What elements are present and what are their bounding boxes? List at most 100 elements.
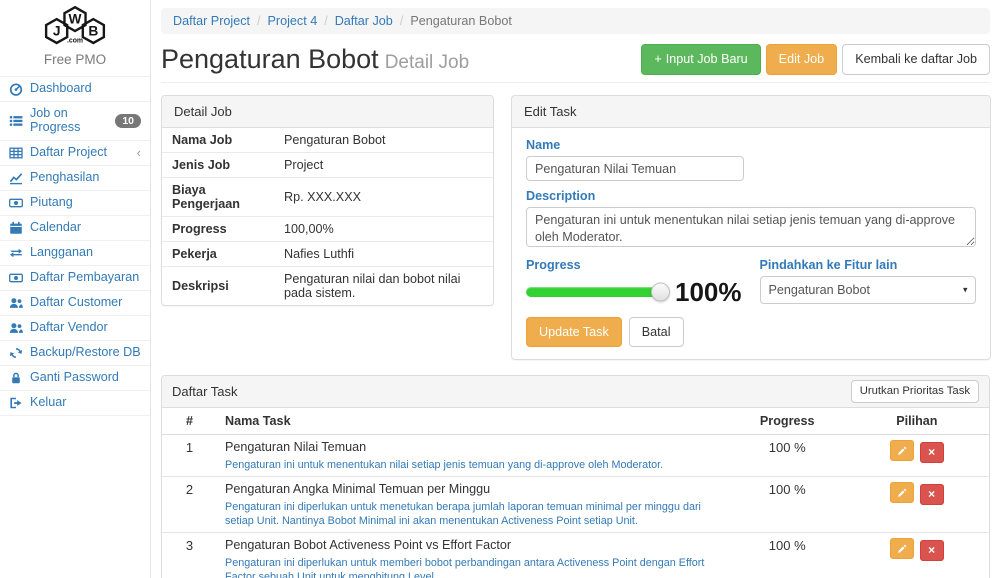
main-content: Daftar Project Project 4 Daftar Job Peng…: [151, 0, 1000, 578]
sidebar-item[interactable]: Calendar: [0, 215, 150, 240]
sidebar-item[interactable]: Ganti Password: [0, 365, 150, 390]
sidebar-item[interactable]: Piutang: [0, 190, 150, 215]
progress-slider[interactable]: [526, 287, 661, 297]
col-actions-header: Pilihan: [845, 408, 989, 435]
detail-value: 100,00%: [274, 217, 493, 242]
input-job-baru-button[interactable]: + Input Job Baru: [641, 44, 760, 74]
calendar-icon: [9, 221, 23, 235]
detail-job-panel: Detail Job Nama Job Pengaturan Bobot Jen…: [161, 95, 494, 306]
detail-label: Biaya Pengerjaan: [162, 178, 274, 217]
sidebar-menu: Dashboard Job on Progress 10 Daftar Proj…: [0, 76, 150, 416]
batal-button[interactable]: Batal: [629, 317, 684, 347]
pencil-icon: [897, 543, 908, 554]
progress-label: Progress: [526, 258, 742, 272]
edit-task-button[interactable]: [890, 538, 914, 559]
task-name-input[interactable]: [526, 156, 744, 181]
task-number: 1: [162, 435, 217, 477]
progress-slider-fill: [526, 287, 661, 297]
task-description: Pengaturan ini diperlukan untuk menetuka…: [225, 500, 722, 529]
detail-row: Jenis Job Project: [162, 153, 493, 178]
sidebar-item[interactable]: Backup/Restore DB: [0, 340, 150, 365]
task-description: Pengaturan ini diperlukan untuk memberi …: [225, 556, 722, 578]
detail-label: Nama Job: [162, 128, 274, 153]
task-description: Pengaturan ini untuk menentukan nilai se…: [225, 458, 722, 472]
detail-row: Pekerja Nafies Luthfi: [162, 242, 493, 267]
task-progress: 100 %: [730, 533, 845, 578]
x-icon: ×: [928, 446, 935, 458]
chevron-collapse-icon: ‹: [137, 146, 141, 159]
detail-job-panel-title: Detail Job: [162, 96, 493, 128]
detail-label: Pekerja: [162, 242, 274, 267]
sidebar-item[interactable]: Langganan: [0, 240, 150, 265]
plus-icon: +: [654, 51, 661, 67]
task-table-header: # Nama Task Progress Pilihan: [162, 408, 989, 435]
move-to-feature-label: Pindahkan ke Fitur lain: [760, 258, 976, 272]
detail-value: Project: [274, 153, 493, 178]
table-icon: [9, 146, 23, 160]
sidebar-item[interactable]: Daftar Project ‹: [0, 140, 150, 165]
task-list-panel: Daftar Task Urutkan Prioritas Task # Nam…: [161, 375, 990, 578]
breadcrumb-link[interactable]: Daftar Job: [335, 14, 393, 28]
chart-icon: [9, 171, 23, 185]
edit-task-panel: Edit Task Name Description Pengaturan in…: [511, 95, 991, 360]
users-icon: [9, 296, 23, 310]
sidebar-item[interactable]: Keluar: [0, 390, 150, 416]
sidebar-item[interactable]: Dashboard: [0, 76, 150, 101]
lock-icon: [9, 371, 23, 385]
detail-job-table: Nama Job Pengaturan Bobot Jenis Job Proj…: [162, 128, 493, 305]
sidebar: W J B .com Free PMO Dashboard Job on Pro…: [0, 0, 151, 578]
detail-label: Jenis Job: [162, 153, 274, 178]
sidebar-item[interactable]: Daftar Vendor: [0, 315, 150, 340]
detail-row: Progress 100,00%: [162, 217, 493, 242]
edit-task-button[interactable]: [890, 482, 914, 503]
edit-task-button[interactable]: [890, 440, 914, 461]
detail-row: Biaya Pengerjaan Rp. XXX.XXX: [162, 178, 493, 217]
task-row: 3 Pengaturan Bobot Activeness Point vs E…: [162, 533, 989, 578]
edit-job-button[interactable]: Edit Job: [766, 44, 838, 74]
detail-row: Deskripsi Pengaturan nilai dan bobot nil…: [162, 267, 493, 306]
delete-task-button[interactable]: ×: [920, 540, 944, 561]
col-num-header: #: [162, 408, 217, 435]
money-icon: [9, 196, 23, 210]
jwb-logo: W J B .com: [25, 4, 125, 48]
task-row: 2 Pengaturan Angka Minimal Temuan per Mi…: [162, 477, 989, 533]
logo-letter-w: W: [69, 12, 82, 27]
back-to-job-list-button[interactable]: Kembali ke daftar Job: [842, 44, 990, 74]
delete-task-button[interactable]: ×: [920, 484, 944, 505]
page-header: Pengaturan BobotDetail Job + Input Job B…: [161, 42, 990, 83]
breadcrumb-link[interactable]: Project 4: [268, 14, 318, 28]
app-name: Free PMO: [0, 52, 150, 67]
sort-priority-button[interactable]: Urutkan Prioritas Task: [851, 380, 979, 403]
brand: W J B .com Free PMO: [0, 0, 150, 67]
breadcrumb-current: Pengaturan Bobot: [393, 14, 512, 28]
page-subtitle: Detail Job: [385, 52, 470, 73]
task-row: 1 Pengaturan Nilai Temuan Pengaturan ini…: [162, 435, 989, 477]
name-label: Name: [526, 138, 976, 152]
delete-task-button[interactable]: ×: [920, 442, 944, 463]
retweet-icon: [9, 246, 23, 260]
count-badge: 10: [115, 114, 141, 129]
detail-value: Rp. XXX.XXX: [274, 178, 493, 217]
sidebar-item[interactable]: Job on Progress 10: [0, 101, 150, 140]
list-icon: [9, 114, 23, 128]
task-table: # Nama Task Progress Pilihan 1 Pengatura…: [162, 408, 989, 578]
money-icon: [9, 271, 23, 285]
col-progress-header: Progress: [730, 408, 845, 435]
detail-label: Progress: [162, 217, 274, 242]
sidebar-item[interactable]: Daftar Customer: [0, 290, 150, 315]
slider-handle[interactable]: [651, 283, 670, 302]
logo-letter-j: J: [53, 24, 61, 39]
sidebar-item[interactable]: Penghasilan: [0, 165, 150, 190]
breadcrumb: Daftar Project Project 4 Daftar Job Peng…: [161, 8, 990, 34]
breadcrumb-link[interactable]: Daftar Project: [173, 14, 250, 28]
sidebar-item[interactable]: Daftar Pembayaran: [0, 265, 150, 290]
page-title: Pengaturan BobotDetail Job: [161, 44, 469, 75]
x-icon: ×: [928, 544, 935, 556]
move-to-feature-select[interactable]: Pengaturan Bobot: [760, 276, 976, 304]
description-label: Description: [526, 189, 976, 203]
update-task-button[interactable]: Update Task: [526, 317, 622, 347]
task-description-textarea[interactable]: Pengaturan ini untuk menentukan nilai se…: [526, 207, 976, 247]
detail-value: Nafies Luthfi: [274, 242, 493, 267]
edit-task-panel-title: Edit Task: [512, 96, 990, 128]
detail-value: Pengaturan Bobot: [274, 128, 493, 153]
